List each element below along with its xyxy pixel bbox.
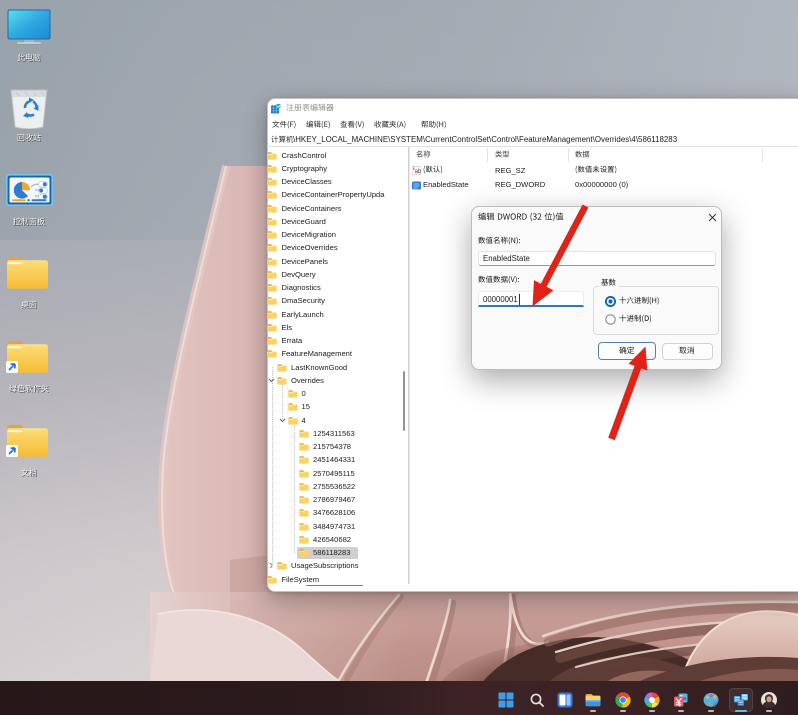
svg-text:ab: ab bbox=[415, 169, 421, 175]
